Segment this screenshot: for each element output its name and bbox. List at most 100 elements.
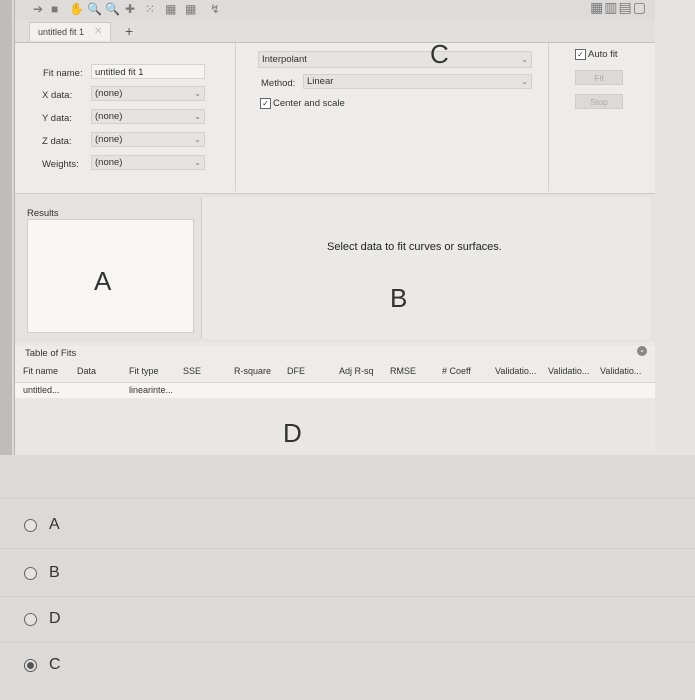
weights-label: Weights: [42,159,79,170]
zoom-out-icon[interactable]: 🔍 [105,2,120,16]
grid-icon[interactable]: ▦ [185,2,196,16]
col-fit-name[interactable]: Fit name [23,366,58,376]
check-icon: ✓ [575,49,586,60]
fit-button[interactable]: Fit [575,70,623,85]
x-data-label: X data: [42,90,73,101]
center-scale-checkbox[interactable]: ✓ Center and scale [260,98,345,109]
col-sse[interactable]: SSE [183,366,201,376]
curve-fitting-window: ➔ ■ ✋ 🔍 🔍 ✚ ⁙ ▦ ▦ ↯ ▦▥▤▢ untitled fit 1 … [14,0,655,455]
check-icon: ✓ [260,98,271,109]
col-r-square[interactable]: R-square [234,366,271,376]
radio-icon [24,518,37,532]
chevron-down-icon: ⌄ [521,55,528,64]
results-area: Results A Select data to fit curves or s… [15,194,655,342]
pan-icon[interactable]: ✋ [69,2,84,16]
divider [0,498,695,499]
weights-value: (none) [95,157,123,168]
z-data-value: (none) [95,134,123,145]
table-header: Fit name Data Fit type SSE R-square DFE … [15,366,655,382]
option-d[interactable]: D [24,610,61,628]
plot-area: Select data to fit curves or surfaces. B [201,197,650,339]
col-adj-r-sq[interactable]: Adj R-sq [339,366,374,376]
collapse-icon[interactable]: ⌄ [637,346,647,356]
table-row[interactable]: untitled... linearinte... [15,382,655,399]
option-b[interactable]: B [24,564,60,582]
fit-name-label: Fit name: [43,68,83,79]
col-validation[interactable]: Validatio... [600,366,641,376]
table-of-fits: Table of Fits ⌄ Fit name Data Fit type S… [15,346,655,455]
annotation-d: D [283,418,302,448]
annotation-c: C [430,39,449,69]
exclude-icon[interactable]: ⁙ [145,2,155,16]
fit-type-value: Interpolant [262,54,307,65]
tab-strip: untitled fit 1 ✕ + [15,20,655,43]
cell-fit-name: untitled... [23,385,60,395]
tab-label: untitled fit 1 [38,27,85,37]
arrow-icon[interactable]: ➔ [33,2,43,16]
auto-fit-label: Auto fit [588,49,618,60]
chevron-down-icon: ⌄ [521,77,528,86]
method-label: Method: [261,78,296,89]
y-data-value: (none) [95,111,123,122]
annotation-a: A [94,266,112,296]
option-a[interactable]: A [24,516,60,534]
weights-select[interactable]: (none) ⌄ [91,155,205,170]
chevron-down-icon: ⌄ [194,135,201,144]
method-select[interactable]: Linear ⌄ [303,74,532,89]
auto-fit-checkbox[interactable]: ✓ Auto fit [575,49,618,60]
z-data-select[interactable]: (none) ⌄ [91,132,205,147]
option-label: A [49,516,60,533]
col-fit-type[interactable]: Fit type [129,366,159,376]
method-value: Linear [307,76,334,87]
col-coeff[interactable]: # Coeff [442,366,471,376]
add-tab-icon[interactable]: + [125,22,133,40]
stop-button[interactable]: Stop [575,94,623,109]
annotation-b: B [390,283,408,313]
col-validation[interactable]: Validatio... [548,366,589,376]
legend-icon[interactable]: ▦ [165,2,176,16]
divider [0,548,695,549]
table-empty-area: D [15,398,655,455]
col-dfe[interactable]: DFE [287,366,305,376]
save-icon[interactable]: ■ [51,2,58,16]
x-data-value: (none) [95,88,123,99]
fit-type-select[interactable]: Interpolant ⌄ [258,51,532,68]
close-icon[interactable]: ✕ [94,23,102,41]
selected-dot [27,661,34,669]
data-cursor-icon[interactable]: ✚ [125,2,135,16]
photo-edge-right [655,0,695,455]
col-validation[interactable]: Validatio... [495,366,536,376]
radio-icon [24,566,37,580]
radio-icon [24,612,37,626]
x-data-select[interactable]: (none) ⌄ [91,86,205,101]
divider [235,43,236,191]
divider [0,642,695,643]
divider [0,596,695,597]
chevron-down-icon: ⌄ [194,158,201,167]
radio-selected-icon [24,658,37,672]
chevron-down-icon: ⌄ [194,112,201,121]
tab-untitled-fit[interactable]: untitled fit 1 ✕ [29,22,112,41]
divider [548,43,549,191]
option-label: D [49,610,61,627]
zoom-in-icon[interactable]: 🔍 [87,2,102,16]
toolbar: ➔ ■ ✋ 🔍 🔍 ✚ ⁙ ▦ ▦ ↯ ▦▥▤▢ [15,0,655,21]
y-data-select[interactable]: (none) ⌄ [91,109,205,124]
chevron-down-icon: ⌄ [194,89,201,98]
col-data[interactable]: Data [77,366,96,376]
select-data-message: Select data to fit curves or surfaces. [327,241,502,253]
option-label: C [49,656,61,673]
option-c[interactable]: C [24,656,61,674]
option-label: B [49,564,60,581]
center-scale-label: Center and scale [273,98,345,109]
results-text-box: A [27,219,194,333]
layout-icons[interactable]: ▦▥▤▢ [590,0,647,16]
table-of-fits-title: Table of Fits [25,348,77,359]
col-rmse[interactable]: RMSE [390,366,416,376]
results-title: Results [27,208,59,219]
cell-fit-type: linearinte... [129,385,174,395]
axis-limits-icon[interactable]: ↯ [210,2,220,16]
z-data-label: Z data: [42,136,72,147]
fit-name-input[interactable]: untitled fit 1 [91,64,205,79]
y-data-label: Y data: [42,113,72,124]
